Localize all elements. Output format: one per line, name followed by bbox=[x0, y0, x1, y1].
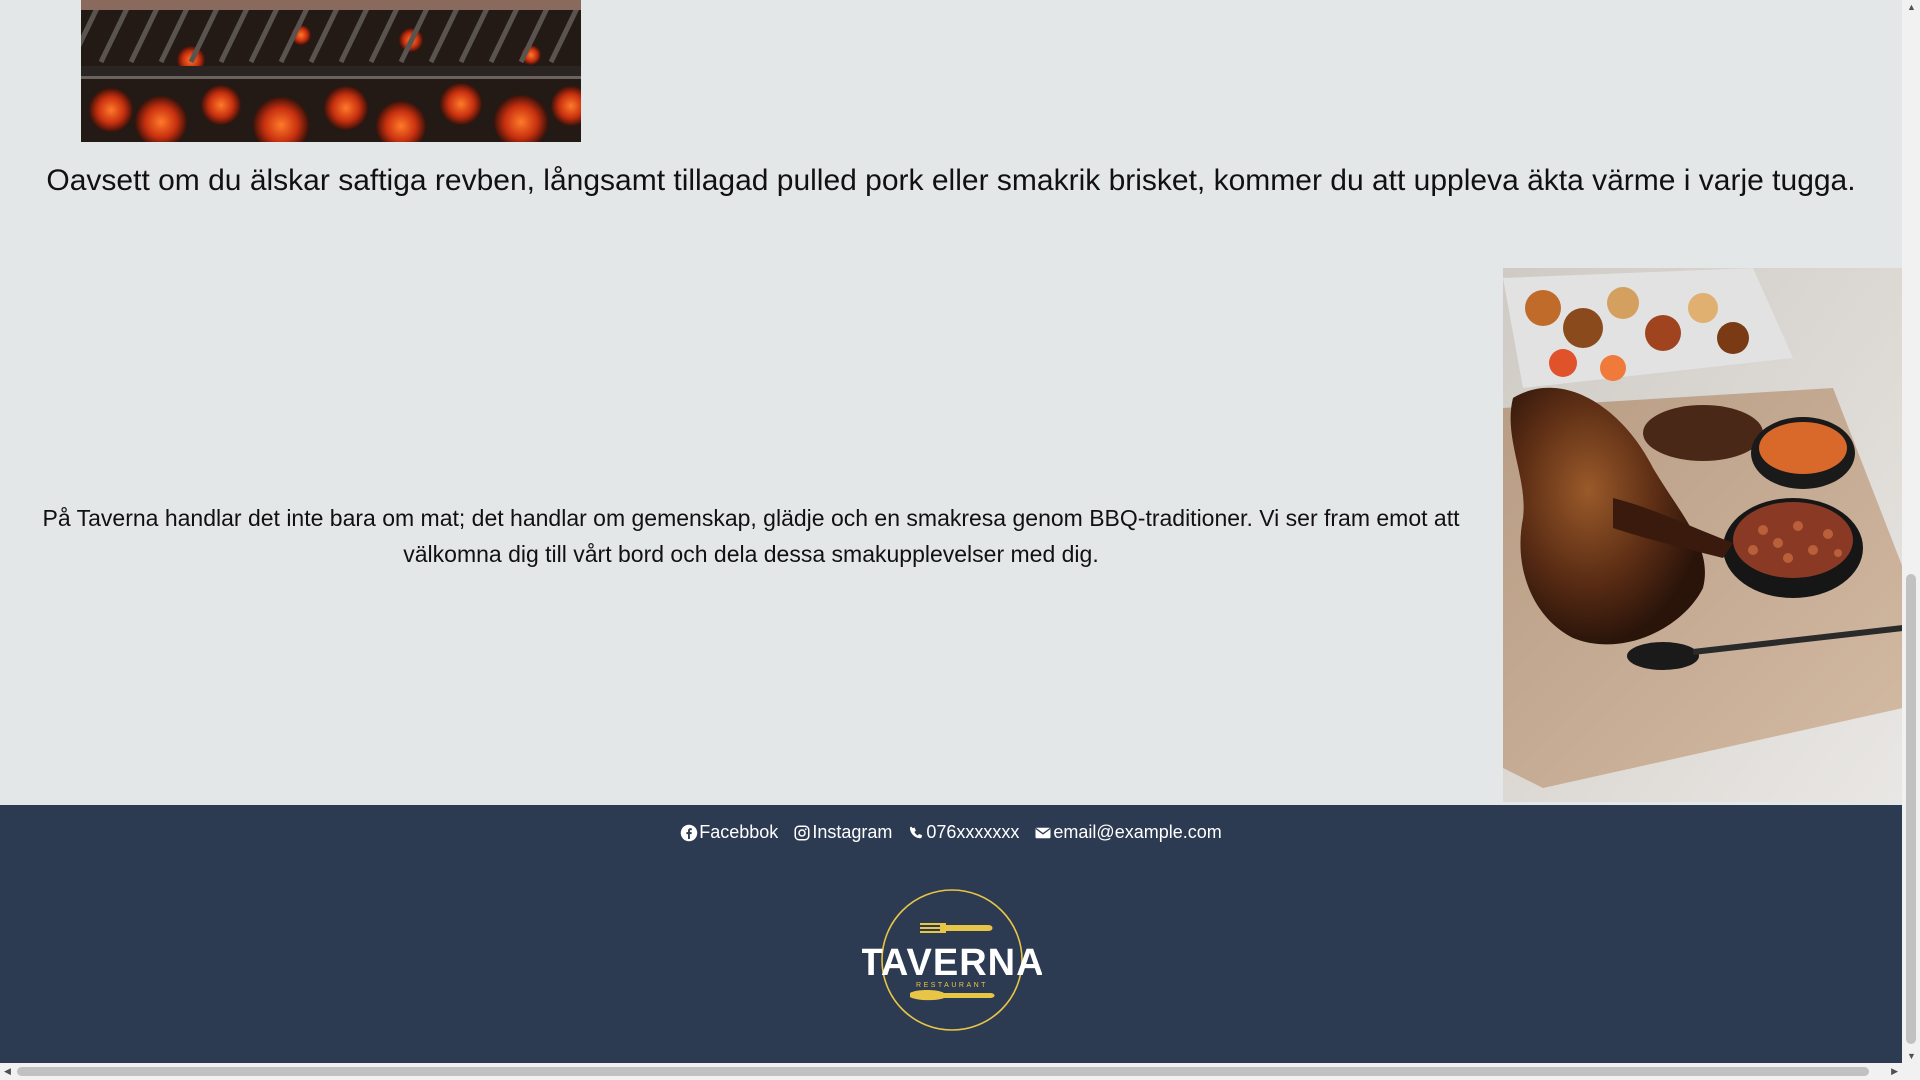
taverna-logo[interactable]: TAVERNA RESTAURANT bbox=[859, 887, 1044, 1037]
facebook-label: Facebbok bbox=[699, 822, 779, 842]
instagram-icon bbox=[794, 825, 810, 840]
email-label: email@example.com bbox=[1053, 822, 1222, 842]
instagram-link[interactable]: Instagram bbox=[793, 822, 892, 843]
contact-links: Facebbok Instagram 076xxxxxxx email@exam… bbox=[0, 822, 1902, 843]
horizontal-scroll-thumb[interactable] bbox=[17, 1067, 1869, 1076]
vertical-scrollbar[interactable]: ▲ ▼ bbox=[1902, 0, 1920, 1063]
envelope-icon bbox=[1035, 827, 1051, 838]
grill-image bbox=[81, 0, 581, 142]
horizontal-scrollbar[interactable]: ◀ ▶ bbox=[0, 1063, 1920, 1080]
scroll-up-arrow-icon[interactable]: ▲ bbox=[1907, 2, 1916, 12]
facebook-link[interactable]: Facebbok bbox=[680, 822, 778, 843]
facebook-icon bbox=[681, 824, 698, 841]
instagram-label: Instagram bbox=[812, 822, 893, 842]
phone-label: 076xxxxxxx bbox=[926, 822, 1020, 842]
phone-icon bbox=[910, 826, 923, 838]
bbq-plate-image bbox=[1503, 268, 1903, 802]
email-link[interactable]: email@example.com bbox=[1034, 822, 1222, 843]
site-footer: Facebbok Instagram 076xxxxxxx email@exam… bbox=[0, 805, 1902, 1063]
scroll-right-arrow-icon[interactable]: ▶ bbox=[1891, 1066, 1898, 1077]
phone-link[interactable]: 076xxxxxxx bbox=[907, 822, 1019, 843]
intro-text: Oavsett om du älskar saftiga revben, lån… bbox=[46, 164, 1856, 197]
vertical-scroll-thumb[interactable] bbox=[1906, 574, 1916, 1044]
about-text: På Taverna handlar det inte bara om mat;… bbox=[42, 505, 1460, 567]
svg-text:RESTAURANT: RESTAURANT bbox=[916, 982, 988, 989]
svg-text:TAVERNA: TAVERNA bbox=[862, 942, 1042, 984]
scroll-left-arrow-icon[interactable]: ◀ bbox=[4, 1066, 11, 1077]
scroll-down-arrow-icon[interactable]: ▼ bbox=[1907, 1051, 1916, 1061]
